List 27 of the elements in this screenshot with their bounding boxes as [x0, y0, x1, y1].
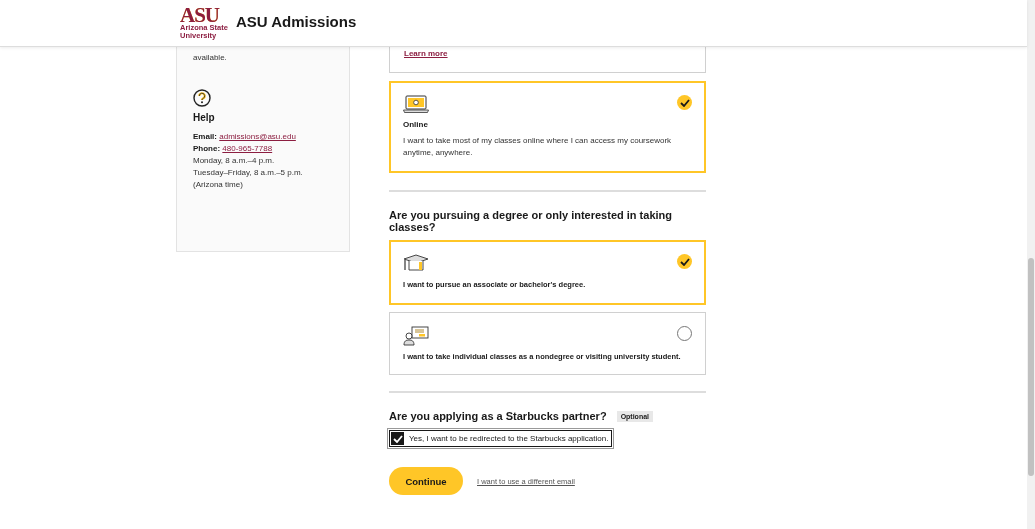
- graduation-cap-icon: [403, 254, 429, 274]
- option-title: Online: [403, 120, 429, 129]
- phone-label: Phone:: [193, 144, 221, 153]
- help-heading: Help: [193, 112, 215, 123]
- scrollbar[interactable]: [1027, 0, 1035, 529]
- intro-text: available.: [193, 53, 227, 62]
- radio-circle[interactable]: [677, 326, 692, 341]
- hours-text: Monday, 8 a.m.–4 p.m.: [193, 155, 276, 167]
- starbucks-checkbox[interactable]: Yes, I want to be redirected to the Starbucks application.: [389, 430, 613, 447]
- help-icon: [193, 89, 211, 107]
- phone-link[interactable]: 480-965-7788: [222, 144, 273, 153]
- question-heading: Are you pursuing a degree or only interested in taking classes?: [389, 209, 673, 233]
- laptop-icon: [403, 95, 429, 113]
- learn-more-link[interactable]: Learn more: [404, 49, 448, 58]
- checkbox[interactable]: [391, 432, 404, 445]
- hours-text: (Arizona time): [193, 179, 244, 191]
- continue-button[interactable]: Continue: [389, 467, 463, 495]
- option-card[interactable]: Online I want to take most of my classes online where I can access my coursework anytime, anywhere.: [389, 81, 706, 173]
- email-label: Email:: [193, 132, 217, 141]
- site-title: ASU Admissions: [235, 12, 357, 30]
- student-board-icon: [403, 326, 429, 346]
- email-link[interactable]: admissions@asu.edu: [219, 132, 296, 141]
- selected-check-icon: [677, 254, 692, 269]
- question-heading: Are you applying as a Starbucks partner?: [389, 410, 607, 422]
- hours-text: Tuesday–Friday, 8 a.m.–5 p.m.: [193, 167, 303, 179]
- option-description: I want to take most of my classes online where I can access my coursework anytime, anywhere.: [403, 135, 673, 159]
- selected-check-icon: [677, 95, 692, 110]
